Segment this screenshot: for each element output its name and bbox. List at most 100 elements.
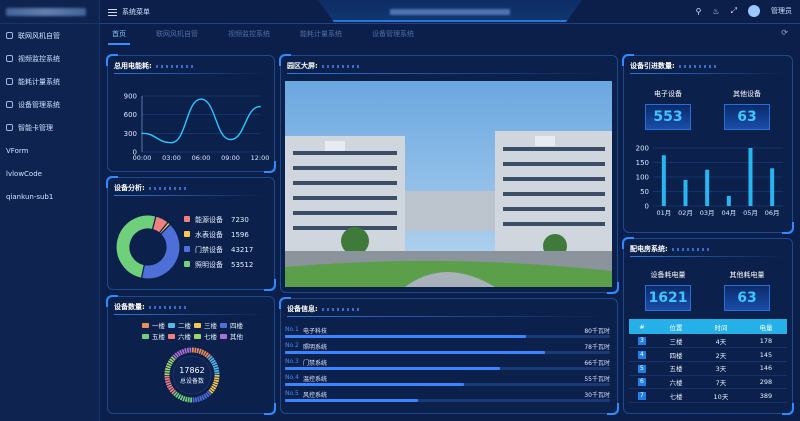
info-row: No.5 风控系统 30千瓦时 bbox=[285, 390, 610, 403]
col-power: 电量 bbox=[744, 319, 787, 334]
info-row: No.2 照明系统 78千瓦时 bbox=[285, 342, 610, 355]
sidebar-item-label: lvlowCode bbox=[6, 169, 42, 178]
cell-time: 7天 bbox=[697, 375, 745, 390]
sidebar-item-label: VForm bbox=[6, 146, 29, 155]
x-tick-label: 06月 bbox=[765, 209, 780, 217]
sidebar-item-video[interactable]: 视频监控系统 bbox=[0, 47, 99, 70]
ring-segment bbox=[209, 387, 215, 392]
y-tick-label: 150 bbox=[636, 159, 649, 167]
info-row-index: No.2 bbox=[285, 342, 299, 349]
avatar[interactable] bbox=[748, 5, 760, 17]
ring-segment bbox=[179, 395, 184, 401]
legend-label: 七楼 bbox=[204, 332, 218, 341]
legend-swatch bbox=[184, 231, 190, 237]
fullscreen-icon[interactable]: ⤢ bbox=[731, 6, 737, 16]
ring-segment bbox=[166, 362, 172, 367]
row-index: 3 bbox=[637, 337, 646, 346]
table-row: 5 五楼 3天 146 bbox=[629, 361, 787, 376]
sidebar-item-label: 联网风机自管 bbox=[18, 31, 60, 40]
tab-fan[interactable]: 联网风机自管 bbox=[156, 29, 198, 39]
energy-icon bbox=[6, 78, 13, 85]
sidebar-item-energy[interactable]: 能耗计量系统 bbox=[0, 70, 99, 93]
ring-segment bbox=[171, 389, 177, 395]
info-row-bar bbox=[285, 399, 419, 402]
app-logo bbox=[0, 0, 99, 24]
bell-icon[interactable]: ♨ bbox=[712, 7, 719, 16]
cell-power: 146 bbox=[744, 361, 787, 376]
refresh-icon[interactable]: ⟳ bbox=[781, 28, 788, 37]
bar bbox=[661, 155, 666, 206]
ring-segment bbox=[172, 354, 178, 360]
device-icon bbox=[6, 101, 13, 108]
power-line-chart: 030060090000:00 03:00 06:00 09:00 12:00 bbox=[124, 93, 270, 163]
search-icon[interactable]: ⚲ bbox=[696, 7, 702, 16]
sidebar-item-qiankun[interactable]: qiankun-sub1 bbox=[0, 185, 99, 208]
x-tick-label: 04月 bbox=[721, 209, 736, 217]
search-icon bbox=[6, 55, 13, 62]
y-tick-label: 0 bbox=[645, 203, 649, 211]
y-tick-label: 600 bbox=[124, 111, 137, 119]
legend-swatch bbox=[220, 334, 227, 339]
sidebar-item-fan[interactable]: 联网风机自管 bbox=[0, 24, 99, 47]
sidebar-item-device[interactable]: 设备管理系统 bbox=[0, 93, 99, 116]
menu-toggle-icon[interactable] bbox=[108, 7, 117, 16]
power-panel: 总用电能耗: 0 300 600 900 00:00 03:00 06:00 09:00 12:… bbox=[106, 54, 276, 173]
tab-video[interactable]: 视频监控系统 bbox=[228, 29, 270, 39]
ring-segment bbox=[200, 349, 205, 355]
cell-time: 2天 bbox=[697, 347, 745, 362]
bar bbox=[683, 179, 688, 206]
tab-device[interactable]: 设备管理系统 bbox=[372, 29, 414, 39]
ring-segment bbox=[175, 392, 180, 398]
info-row: No.3 门禁系统 66千瓦时 bbox=[285, 358, 610, 371]
panel-title: 设备信息: bbox=[287, 304, 362, 314]
legend-value: 1596 bbox=[231, 231, 249, 239]
panel-title-text: 设备引进数量: bbox=[630, 62, 675, 70]
ring-segment bbox=[168, 386, 174, 391]
ring-segment bbox=[173, 391, 178, 397]
ring-segment bbox=[165, 365, 171, 369]
info-row-name: 电子科技 bbox=[303, 328, 328, 335]
cell-power: 178 bbox=[744, 334, 787, 349]
other-power-value: 63 bbox=[724, 285, 770, 311]
info-row-index: No.3 bbox=[285, 358, 299, 365]
info-row-bar bbox=[285, 335, 526, 338]
y-tick-label: 50 bbox=[640, 188, 649, 196]
legend-swatch bbox=[168, 334, 175, 339]
info-row-name: 门禁系统 bbox=[303, 360, 328, 367]
cell-index: 6 bbox=[629, 375, 655, 390]
tab-energy[interactable]: 能耗计量系统 bbox=[300, 29, 342, 39]
equipment-power-value: 1621 bbox=[645, 285, 691, 311]
x-tick-label: 02月 bbox=[678, 209, 693, 217]
panel-title-text: 配电房系统: bbox=[630, 245, 668, 253]
data-point bbox=[170, 141, 173, 144]
sidebar-item-card[interactable]: 智能卡管理 bbox=[0, 116, 99, 139]
sidebar-item-label: 设备管理系统 bbox=[18, 100, 60, 109]
cell-location: 四楼 bbox=[654, 347, 697, 362]
legend-swatch bbox=[142, 323, 149, 328]
ring-segment bbox=[206, 353, 211, 359]
ring-segment bbox=[212, 364, 219, 368]
sidebar-item-lowcode[interactable]: lvlowCode bbox=[0, 162, 99, 185]
campus-photo bbox=[285, 81, 612, 287]
col-index: # bbox=[629, 319, 655, 334]
ring-segment bbox=[206, 390, 212, 396]
user-name[interactable]: 管理员 bbox=[771, 6, 792, 16]
x-tick-label: 06:00 bbox=[192, 154, 211, 162]
legend-swatch bbox=[142, 334, 149, 339]
quantity-ring-chart: 一楼 二楼 三楼 四楼五楼 六楼 七楼 其他 17862 总设备数 bbox=[142, 321, 244, 403]
table-row: 6 六楼 7天 298 bbox=[629, 375, 787, 390]
tab-home[interactable]: 首页 bbox=[108, 29, 130, 45]
ring-segment bbox=[165, 382, 172, 386]
ring-segment bbox=[211, 385, 217, 390]
top-actions: ⚲ ♨ ⤢ 管理员 bbox=[696, 5, 792, 17]
cell-time: 10天 bbox=[697, 388, 745, 403]
system-menu-label[interactable]: 系统菜单 bbox=[122, 7, 150, 17]
ring-segment bbox=[179, 349, 183, 356]
sidebar-item-vform[interactable]: VForm bbox=[0, 139, 99, 162]
ring-segment bbox=[210, 359, 216, 364]
fan-icon bbox=[6, 32, 13, 39]
legend-label: 二楼 bbox=[178, 321, 192, 330]
sidebar-item-label: 能耗计量系统 bbox=[18, 77, 60, 86]
info-row-amount: 66千瓦时 bbox=[584, 360, 610, 367]
legend-value: 43217 bbox=[231, 246, 253, 254]
